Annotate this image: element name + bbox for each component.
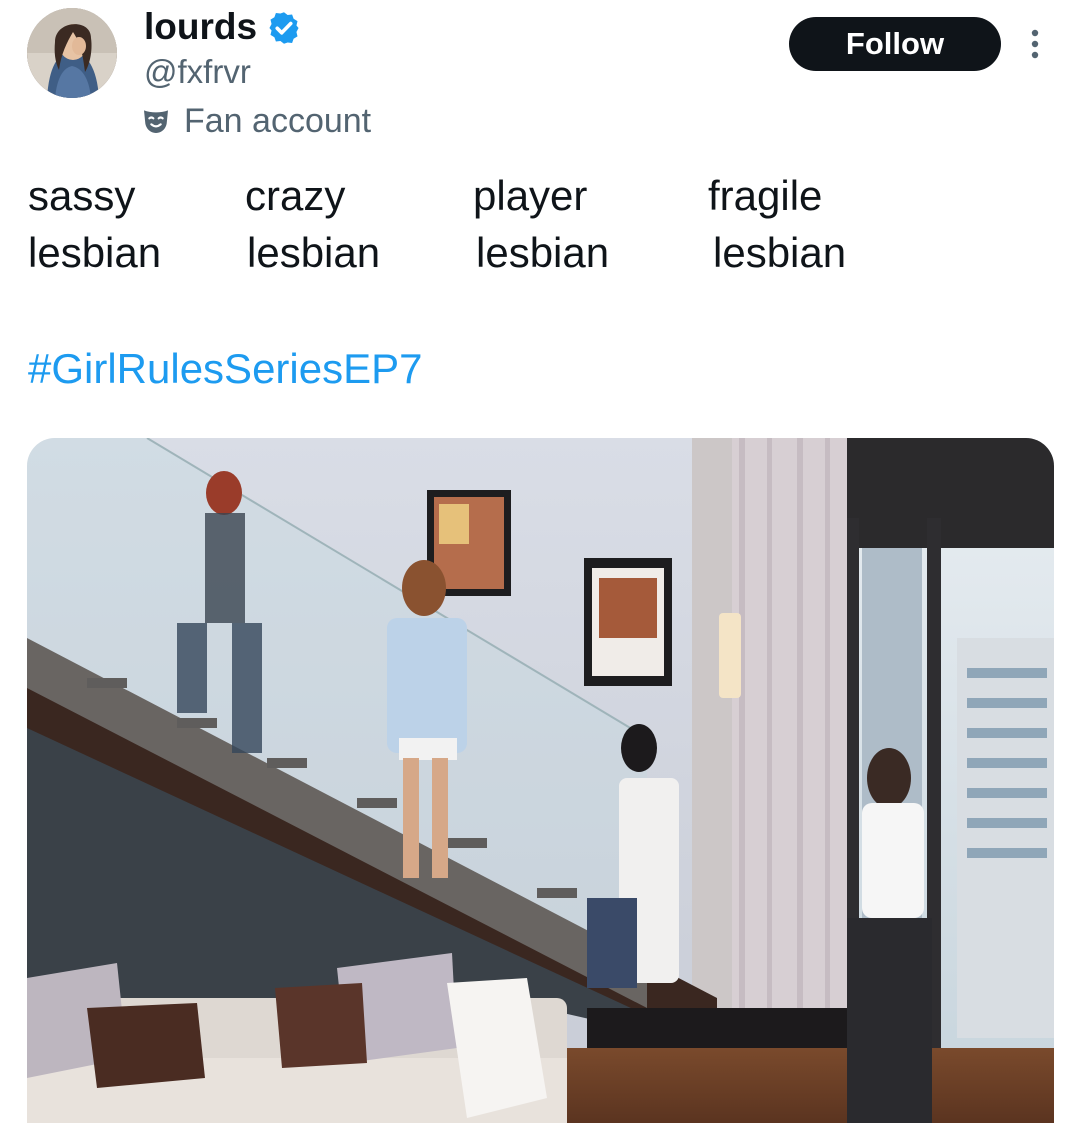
tweet-photo [27,438,1054,1123]
tweet-word: lesbian [713,229,847,276]
account-label-text: Fan account [184,102,372,140]
theater-mask-icon [144,110,168,133]
tweet-word: lesbian [476,229,610,276]
hashtag-link[interactable]: #GirlRulesSeriesEP7 [28,345,423,393]
account-label: Fan account [140,100,371,142]
handle[interactable]: @fxfrvr [144,52,251,92]
display-name[interactable]: lourds [144,6,257,48]
tweet-word: player [473,172,588,219]
tweet-word: lesbian [28,229,162,276]
tweet-word: lesbian [247,229,381,276]
tweet-word: crazy [245,172,346,219]
follow-button[interactable]: Follow [789,17,1001,71]
avatar-photo [27,8,117,98]
verified-badge-icon[interactable] [266,10,302,46]
tweet-media-image[interactable] [27,438,1054,1123]
tweet-word: sassy [28,172,136,219]
avatar[interactable] [27,8,117,98]
tweet-word: fragile [708,172,823,219]
more-options-icon[interactable] [1022,24,1048,64]
